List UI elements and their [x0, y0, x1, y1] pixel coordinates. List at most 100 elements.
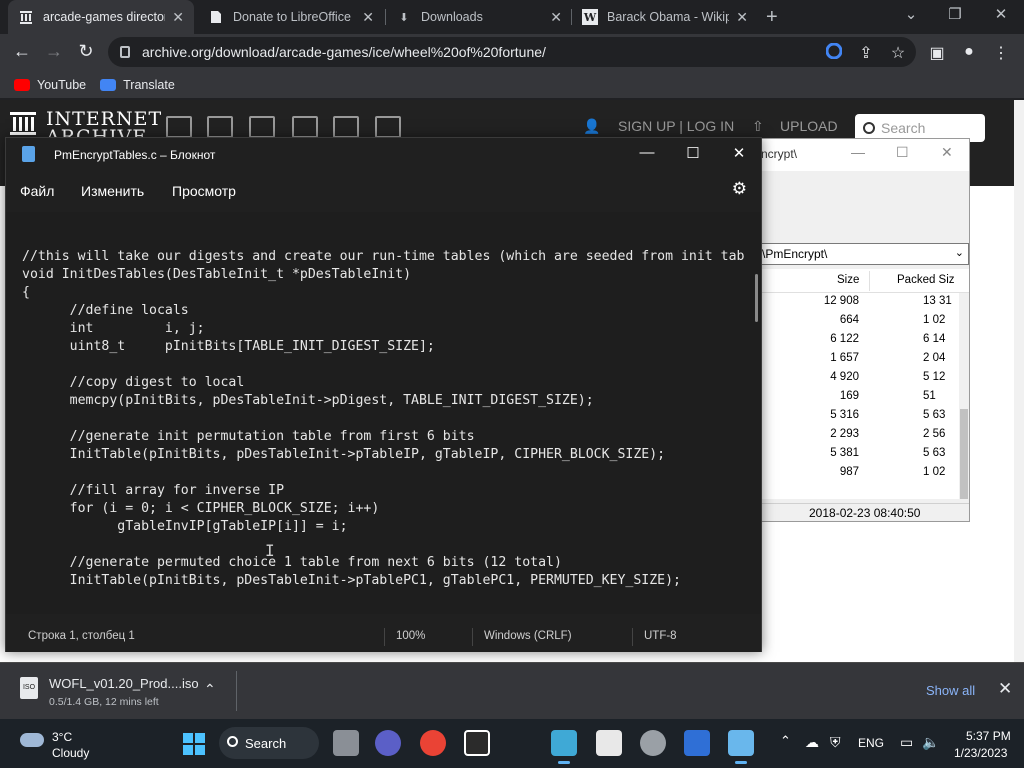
- file-row[interactable]: 664 1 02: [761, 312, 969, 331]
- close-icon[interactable]: ✕: [998, 679, 1012, 699]
- file-row[interactable]: 1 657 2 04: [761, 350, 969, 369]
- database-icon[interactable]: [640, 730, 666, 756]
- file-list[interactable]: Size Packed Siz 12 908 13 31 664 1 02 6 122 6…: [761, 269, 969, 499]
- file-list-scrollbar[interactable]: [959, 293, 969, 499]
- signin-link[interactable]: SIGN UP | LOG IN: [618, 118, 734, 134]
- internet-archive-logo[interactable]: INTERNET ARCHIVE: [10, 110, 161, 147]
- close-icon[interactable]: ✕: [716, 144, 762, 162]
- back-icon[interactable]: ←: [10, 41, 34, 62]
- chevron-down-icon[interactable]: ⌄: [955, 246, 964, 259]
- forward-icon[interactable]: →: [42, 41, 66, 62]
- weather-temperature[interactable]: 3°C: [52, 730, 72, 744]
- volume-icon[interactable]: 🔈: [922, 734, 939, 751]
- file-manager-titlebar[interactable]: ncrypt\ — ☐ ✕: [731, 139, 969, 171]
- menu-file[interactable]: Файл: [20, 183, 54, 199]
- cursor-position: Строка 1, столбец 1: [28, 630, 135, 642]
- close-tab-icon[interactable]: ✕: [362, 9, 374, 26]
- profile-icon[interactable]: ●: [958, 43, 980, 61]
- upload-icon[interactable]: ⇧: [752, 118, 764, 135]
- reload-icon[interactable]: ↻: [74, 41, 98, 62]
- audio-icon[interactable]: [292, 116, 318, 138]
- weather-description[interactable]: Cloudy: [52, 746, 89, 760]
- tab-wikipedia[interactable]: W Barack Obama - Wikipe ✕: [572, 0, 758, 34]
- chrome-icon[interactable]: [420, 730, 446, 756]
- file-row[interactable]: 12 908 13 31: [761, 293, 969, 312]
- maximize-icon[interactable]: ☐: [670, 144, 716, 162]
- remote-desktop-icon[interactable]: [551, 730, 577, 764]
- security-icon[interactable]: ⛨: [830, 734, 841, 751]
- video-icon[interactable]: [249, 116, 275, 138]
- chevron-up-icon[interactable]: ⌃: [204, 681, 216, 698]
- menu-icon[interactable]: ⋮: [990, 43, 1012, 63]
- new-tab-icon[interactable]: +: [766, 6, 778, 29]
- window-title: ncrypt\: [761, 147, 798, 161]
- restore-icon[interactable]: ❐: [932, 5, 978, 23]
- close-tab-icon[interactable]: ✕: [736, 9, 748, 26]
- file-row[interactable]: 5 381 5 63: [761, 445, 969, 464]
- close-tab-icon[interactable]: ✕: [172, 9, 184, 26]
- share-icon[interactable]: ⇪: [855, 43, 877, 63]
- tray-overflow-icon[interactable]: ⌃: [780, 733, 791, 749]
- onedrive-icon[interactable]: ☁: [805, 734, 819, 751]
- minimize-icon[interactable]: —: [624, 144, 670, 161]
- document-icon[interactable]: [684, 730, 710, 756]
- taskbar-search[interactable]: Search: [219, 727, 319, 759]
- minimize-icon[interactable]: —: [851, 144, 865, 160]
- software-icon[interactable]: [333, 116, 359, 138]
- tab-downloads[interactable]: ⬇ Downloads ✕: [386, 0, 572, 34]
- cloud-icon[interactable]: [20, 733, 44, 747]
- teams-icon[interactable]: [375, 730, 401, 756]
- show-all-button[interactable]: Show all: [926, 683, 975, 698]
- file-row[interactable]: 5 316 5 63: [761, 407, 969, 426]
- menu-view[interactable]: Просмотр: [172, 183, 236, 199]
- clock-time[interactable]: 5:37 PM: [966, 729, 1011, 743]
- close-icon[interactable]: ✕: [941, 144, 953, 161]
- file-packed-size: 5 12: [923, 371, 946, 383]
- google-icon[interactable]: [823, 42, 845, 64]
- file-row[interactable]: 6 122 6 14: [761, 331, 969, 350]
- 7zip-icon[interactable]: [596, 730, 622, 756]
- file-row[interactable]: 4 920 5 12: [761, 369, 969, 388]
- web-icon[interactable]: [166, 116, 192, 138]
- bookmark-translate[interactable]: Translate: [100, 78, 175, 92]
- close-icon[interactable]: ✕: [978, 5, 1024, 23]
- texts-icon[interactable]: [207, 116, 233, 138]
- notepad-window[interactable]: PmEncryptTables.c – Блокнот — ☐ ✕ Файл И…: [5, 137, 762, 652]
- side-panel-icon[interactable]: ▣: [926, 43, 948, 63]
- user-icon[interactable]: 👤: [583, 118, 600, 135]
- page-scrollbar[interactable]: [1014, 100, 1024, 662]
- upload-link[interactable]: UPLOAD: [780, 118, 838, 134]
- scrollbar-thumb[interactable]: [755, 274, 758, 322]
- notepad-titlebar[interactable]: PmEncryptTables.c – Блокнот — ☐ ✕: [6, 138, 761, 170]
- task-view-icon[interactable]: [333, 730, 359, 756]
- notepad-taskbar-icon[interactable]: [728, 730, 754, 764]
- tab-arcade-games[interactable]: arcade-games director ✕: [8, 0, 194, 34]
- tab-libreoffice[interactable]: Donate to LibreOffice | ✕: [198, 0, 384, 34]
- rstudio-icon[interactable]: [464, 730, 490, 756]
- chevron-down-icon[interactable]: ⌄: [888, 5, 934, 23]
- file-row[interactable]: 2 293 2 56: [761, 426, 969, 445]
- start-button[interactable]: [183, 733, 205, 755]
- scrollbar-thumb[interactable]: [960, 409, 968, 499]
- text-editor-area[interactable]: //this will take our digests and create …: [6, 212, 751, 614]
- download-filename[interactable]: WOFL_v01.20_Prod....iso: [49, 676, 199, 691]
- path-combobox[interactable]: \PmEncrypt\ ⌄: [761, 243, 969, 265]
- tab-title: Donate to LibreOffice |: [233, 10, 355, 24]
- file-manager-window[interactable]: ncrypt\ — ☐ ✕ \PmEncrypt\ ⌄ Size Packed …: [730, 138, 970, 522]
- menu-edit[interactable]: Изменить: [81, 183, 144, 199]
- star-icon[interactable]: ☆: [887, 43, 909, 63]
- close-tab-icon[interactable]: ✕: [550, 9, 562, 26]
- address-bar[interactable]: archive.org/download/arcade-games/ice/wh…: [108, 37, 916, 67]
- maximize-icon[interactable]: ☐: [896, 144, 909, 161]
- settings-gear-icon[interactable]: ⚙: [732, 179, 747, 199]
- clock-date[interactable]: 1/23/2023: [954, 746, 1007, 760]
- file-row[interactable]: 987 1 02: [761, 464, 969, 483]
- bookmark-youtube[interactable]: YouTube: [14, 78, 86, 92]
- column-size[interactable]: Size: [837, 274, 859, 286]
- column-packed-size[interactable]: Packed Siz: [897, 274, 955, 286]
- input-language[interactable]: ENG: [858, 736, 884, 750]
- file-row[interactable]: 169 51: [761, 388, 969, 407]
- network-icon[interactable]: ▭: [900, 734, 913, 751]
- images-icon[interactable]: [375, 116, 401, 138]
- editor-scrollbar[interactable]: [751, 212, 761, 614]
